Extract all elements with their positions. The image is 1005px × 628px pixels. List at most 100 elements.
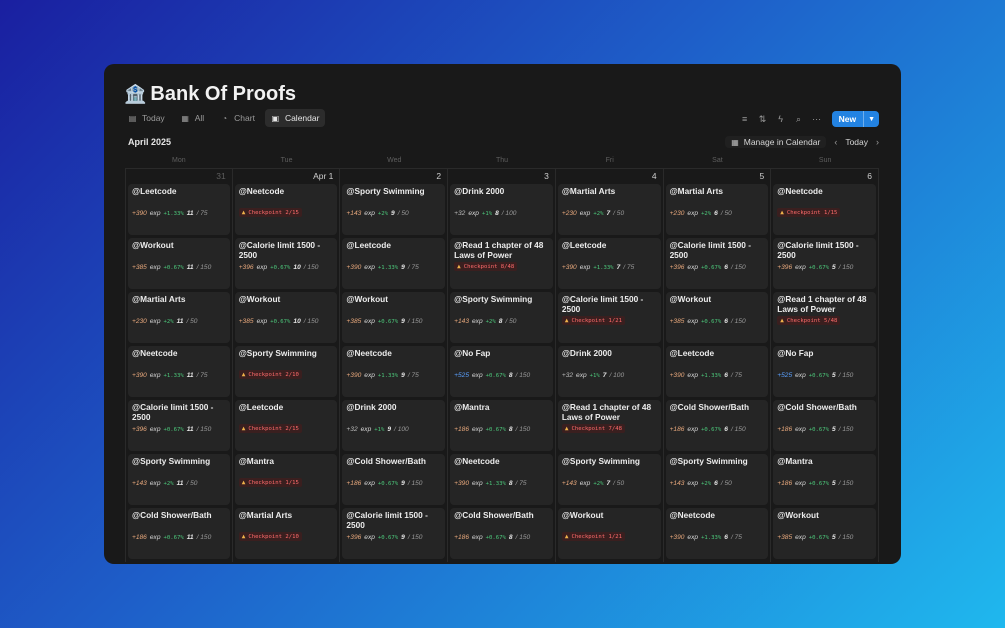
percent-value: +0.67% <box>163 264 184 271</box>
habit-card[interactable]: @Sporty Swimming +143 exp +2% 8/ 50 <box>450 292 553 343</box>
sort-icon[interactable]: ⇅ <box>758 114 768 125</box>
next-arrow-icon[interactable]: › <box>876 137 879 147</box>
automation-icon[interactable]: ϟ <box>776 114 786 124</box>
habit-card[interactable]: @Calorie limit 1500 - 2500 ▲ Checkpoint 1/… <box>557 292 661 343</box>
calendar-day[interactable]: Apr 1 @Neetcode ▲ Checkpoint 2/15 @Calorie l… <box>233 169 341 562</box>
new-button[interactable]: New ▼ <box>831 111 879 127</box>
habit-card[interactable]: @Leetcode +390 exp +1.33% 11/ 75 <box>128 184 230 235</box>
habit-card[interactable]: @Sporty Swimming +143 exp +2% 7/ 50 <box>557 454 661 505</box>
weekday-sat: Sat <box>712 157 723 164</box>
chevron-down-icon[interactable]: ▼ <box>863 111 879 127</box>
habit-card[interactable]: @Calorie limit 1500 - 2500 +396 exp +0.67% 1… <box>234 238 338 289</box>
habit-card[interactable]: @Drink 2000 +32 exp +1% 9/ 100 <box>342 400 446 451</box>
exp-unit: exp <box>364 210 375 217</box>
today-button[interactable]: Today <box>845 137 868 147</box>
habit-card[interactable]: @Sporty Swimming ▲ Checkpoint 2/10 <box>234 346 338 397</box>
calendar-day[interactable]: 31 @Leetcode +390 exp +1.33% 11/ 75 @Workout +3… <box>125 169 233 562</box>
habit-card[interactable]: @Leetcode ▲ Checkpoint 2/15 <box>234 400 338 451</box>
habit-meta: +32 exp +1% 7/ 100 <box>562 372 624 379</box>
habit-card[interactable]: @Mantra +186 exp +0.67% 5/ 150 <box>773 454 876 505</box>
habit-card[interactable]: @Neetcode ▲ Checkpoint 1/15 <box>773 184 876 235</box>
habit-meta: +396 exp +0.67% 5/ 150 <box>777 264 853 271</box>
habit-card[interactable]: @No Fap +525 exp +0.67% 8/ 150 <box>450 346 553 397</box>
search-icon[interactable]: ⌕ <box>794 114 804 125</box>
habit-card[interactable]: @Workout +385 exp +0.67% 10/ 150 <box>234 292 338 343</box>
habit-card[interactable]: @Martial Arts +230 exp +2% 7/ 50 <box>557 184 661 235</box>
calendar-day[interactable]: 4 @Martial Arts +230 exp +2% 7/ 50 @Leetcode +3… <box>556 169 664 562</box>
tab-all[interactable]: ▦ All <box>175 109 210 127</box>
habit-card[interactable]: @Neetcode +390 exp +1.33% 8/ 75 <box>450 454 553 505</box>
habit-card[interactable]: @Workout +385 exp +0.67% 9/ 150 <box>342 292 446 343</box>
habit-card[interactable]: @Workout +385 exp +0.67% 6/ 150 <box>665 292 769 343</box>
exp-value: +186 <box>669 426 685 433</box>
count-value: 5 <box>832 480 836 487</box>
habit-card[interactable]: @No Fap +525 exp +0.67% 5/ 150 <box>773 346 876 397</box>
weekday-tue: Tue <box>280 157 293 164</box>
habit-card[interactable]: @Cold Shower/Bath +186 exp +0.67% 6/ 150 <box>665 400 769 451</box>
chart-view-icon: ◔ <box>222 113 228 123</box>
habit-card[interactable]: @Leetcode +390 exp +1.33% 7/ 75 <box>557 238 661 289</box>
habit-name: @Calorie limit 1500 - 2500 <box>669 241 751 260</box>
habit-card[interactable]: @Sporty Swimming +143 exp +2% 6/ 50 <box>665 454 769 505</box>
tab-chart[interactable]: ◔ Chart <box>214 109 261 127</box>
percent-value: +0.67% <box>163 426 184 433</box>
habit-name: @Sporty Swimming <box>346 187 425 196</box>
habit-card[interactable]: @Sporty Swimming +143 exp +2% 9/ 50 <box>342 184 446 235</box>
exp-unit: exp <box>256 264 268 271</box>
calendar-day[interactable]: 5 @Martial Arts +230 exp +2% 6/ 50 @Calorie li… <box>664 169 772 562</box>
habit-card[interactable]: @Mantra ▲ Checkpoint 1/15 <box>234 454 338 505</box>
habit-card[interactable]: @Neetcode +390 exp +1.33% 11/ 75 <box>128 346 230 397</box>
habit-card[interactable]: @Leetcode +390 exp +1.33% 9/ 75 <box>342 238 446 289</box>
count-value: 10 <box>293 264 301 271</box>
habit-card[interactable]: @Calorie limit 1500 - 2500 +396 exp +0.67% 5… <box>773 238 876 289</box>
habit-card[interactable]: @Read 1 chapter of 48 Laws of Power ▲ Chec… <box>773 292 876 343</box>
total-value: / 100 <box>501 210 517 217</box>
exp-unit: exp <box>687 534 699 541</box>
habit-card[interactable]: @Neetcode +390 exp +1.33% 9/ 75 <box>342 346 446 397</box>
count-value: 5 <box>832 534 836 541</box>
habit-card[interactable]: @Martial Arts +230 exp +2% 6/ 50 <box>665 184 769 235</box>
habit-card[interactable]: @Neetcode +390 exp +1.33% 6/ 75 <box>665 508 769 559</box>
habit-card[interactable]: @Mantra +186 exp +0.67% 8/ 150 <box>450 400 553 451</box>
tab-calendar[interactable]: ▣ Calendar <box>264 109 326 127</box>
count-value: 6 <box>714 480 718 487</box>
prev-arrow-icon[interactable]: ‹ <box>834 137 837 147</box>
habit-card[interactable]: @Read 1 chapter of 48 Laws of Power ▲ Chec… <box>450 238 553 289</box>
habit-meta: +143 exp +2% 8/ 50 <box>454 318 516 325</box>
habit-card[interactable]: @Cold Shower/Bath +186 exp +0.67% 11/ 150 <box>128 508 230 559</box>
manage-in-calendar-button[interactable]: ▦ Manage in Calendar <box>725 136 827 148</box>
total-value: / 75 <box>407 264 419 271</box>
habit-card[interactable]: @Drink 2000 +32 exp +1% 8/ 100 <box>450 184 553 235</box>
more-icon[interactable]: ··· <box>812 114 822 124</box>
calendar-day[interactable]: 6 @Neetcode ▲ Checkpoint 1/15 @Calorie limit… <box>771 169 879 562</box>
habit-card[interactable]: @Read 1 chapter of 48 Laws of Power ▲ Chec… <box>557 400 661 451</box>
habit-card[interactable]: @Workout ▲ Checkpoint 1/21 <box>557 508 661 559</box>
habit-card[interactable]: @Calorie limit 1500 - 2500 +396 exp +0.67% 1… <box>128 400 230 451</box>
filter-icon[interactable]: ≡ <box>740 114 750 124</box>
count-value: 8 <box>495 210 499 217</box>
habit-card[interactable]: @Workout +385 exp +0.67% 5/ 150 <box>773 508 876 559</box>
calendar-day[interactable]: 2 @Sporty Swimming +143 exp +2% 9/ 50 @Leetcod… <box>340 169 449 562</box>
habit-card[interactable]: @Drink 2000 +32 exp +1% 7/ 100 <box>557 346 661 397</box>
habit-card[interactable]: @Calorie limit 1500 - 2500 +396 exp +0.67% 9… <box>342 508 446 559</box>
exp-unit: exp <box>687 372 699 379</box>
tab-today[interactable]: ▤ Today <box>122 109 171 127</box>
day-number: 2 <box>436 171 442 181</box>
habit-card[interactable]: @Workout +385 exp +0.67% 11/ 150 <box>128 238 230 289</box>
exp-value: +143 <box>561 480 577 487</box>
exp-value: +390 <box>669 534 685 541</box>
habit-card[interactable]: @Calorie limit 1500 - 2500 +396 exp +0.67% 6… <box>665 238 769 289</box>
habit-card[interactable]: @Neetcode ▲ Checkpoint 2/15 <box>234 184 338 235</box>
habit-card[interactable]: @Cold Shower/Bath +186 exp +0.67% 9/ 150 <box>342 454 446 505</box>
habit-card[interactable]: @Martial Arts +230 exp +2% 11/ 50 <box>128 292 230 343</box>
habit-card[interactable]: @Cold Shower/Bath +186 exp +0.67% 5/ 150 <box>773 400 876 451</box>
habit-meta: +143 exp +2% 11/ 50 <box>132 480 197 487</box>
percent-value: +0.67% <box>485 372 506 379</box>
habit-card[interactable]: @Martial Arts ▲ Checkpoint 2/10 <box>234 508 338 559</box>
habit-card[interactable]: @Cold Shower/Bath +186 exp +0.67% 8/ 150 <box>450 508 553 559</box>
exp-unit: exp <box>687 426 699 433</box>
habit-card[interactable]: @Sporty Swimming +143 exp +2% 11/ 50 <box>128 454 230 505</box>
total-value: / 150 <box>407 318 423 325</box>
calendar-day[interactable]: 3 @Drink 2000 +32 exp +1% 8/ 100 @Read 1 chapt… <box>448 169 556 562</box>
habit-card[interactable]: @Leetcode +390 exp +1.33% 6/ 75 <box>665 346 769 397</box>
